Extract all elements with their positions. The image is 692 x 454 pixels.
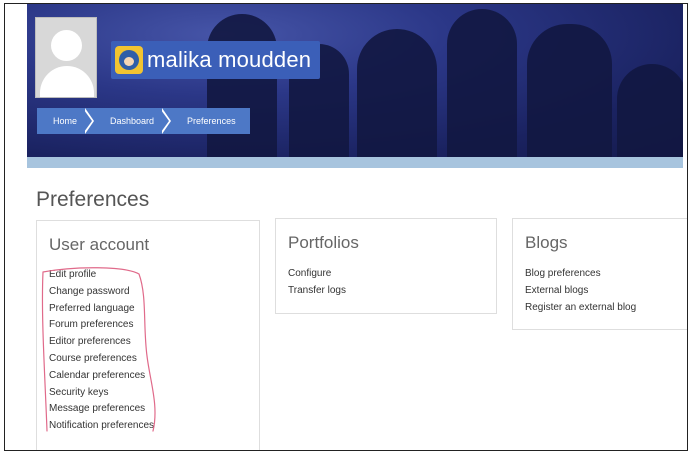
site-logo-icon (115, 46, 143, 74)
portfolios-card: Portfolios Configure Transfer logs (275, 218, 497, 314)
blogs-links: Blog preferences External blogs Register… (525, 266, 636, 316)
link-course-preferences[interactable]: Course preferences (49, 351, 154, 368)
portfolios-links: Configure Transfer logs (288, 266, 346, 300)
avatar-body (40, 66, 94, 97)
banner-silhouette (207, 14, 277, 157)
link-forum-preferences[interactable]: Forum preferences (49, 317, 154, 334)
user-name: malika moudden (147, 47, 312, 72)
link-configure[interactable]: Configure (288, 266, 346, 283)
link-blog-preferences[interactable]: Blog preferences (525, 266, 636, 283)
card-title: Portfolios (288, 233, 359, 252)
link-register-external-blog[interactable]: Register an external blog (525, 300, 636, 317)
link-external-blogs[interactable]: External blogs (525, 283, 636, 300)
header-strip (27, 157, 683, 168)
card-title: User account (49, 235, 150, 254)
page-title: Preferences (36, 188, 150, 211)
breadcrumb-home[interactable]: Home (37, 108, 85, 134)
user-account-card: User account Edit profile Change passwor… (36, 220, 260, 450)
banner-silhouette (447, 9, 517, 157)
avatar-head (51, 30, 82, 61)
link-preferred-language[interactable]: Preferred language (49, 301, 154, 318)
user-account-links: Edit profile Change password Preferred l… (49, 267, 154, 435)
link-notification-preferences[interactable]: Notification preferences (49, 418, 154, 435)
link-change-password[interactable]: Change password (49, 284, 154, 301)
banner-silhouette (357, 29, 437, 157)
link-calendar-preferences[interactable]: Calendar preferences (49, 368, 154, 385)
banner-silhouette (527, 24, 612, 157)
banner-silhouette (617, 64, 683, 157)
screenshot-frame: malika moudden Home Dashboard Preference… (4, 3, 688, 451)
user-avatar[interactable] (35, 17, 97, 98)
link-security-keys[interactable]: Security keys (49, 385, 154, 402)
header-banner (27, 4, 683, 157)
link-transfer-logs[interactable]: Transfer logs (288, 283, 346, 300)
breadcrumb-separator-icon (84, 108, 95, 134)
breadcrumb-separator-icon (161, 108, 172, 134)
link-edit-profile[interactable]: Edit profile (49, 267, 154, 284)
link-message-preferences[interactable]: Message preferences (49, 401, 154, 418)
breadcrumb-dashboard[interactable]: Dashboard (94, 108, 162, 134)
link-editor-preferences[interactable]: Editor preferences (49, 334, 154, 351)
breadcrumb-preferences[interactable]: Preferences (171, 108, 244, 134)
breadcrumb: Home Dashboard Preferences (37, 108, 250, 134)
blogs-card: Blogs Blog preferences External blogs Re… (512, 218, 687, 330)
card-title: Blogs (525, 233, 568, 252)
user-name-box: malika moudden (111, 41, 321, 79)
